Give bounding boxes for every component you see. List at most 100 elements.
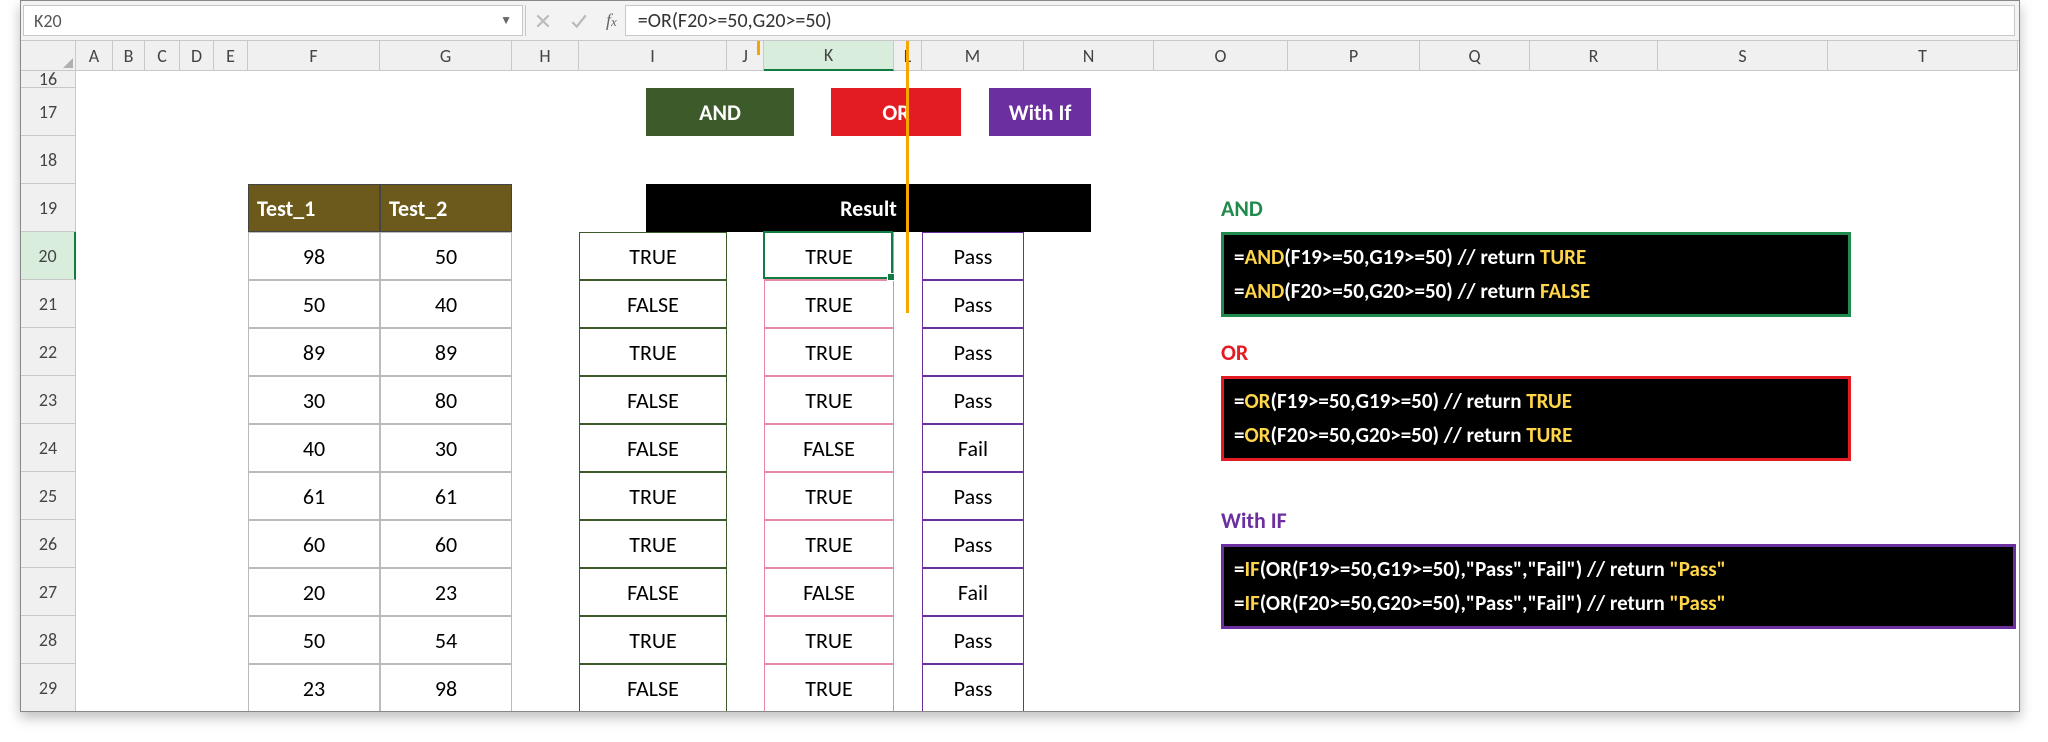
cell-I27[interactable]: FALSE [579,568,727,616]
row-header-25[interactable]: 25 [21,472,76,520]
row-header-24[interactable]: 24 [21,424,76,472]
header-withif: With If [989,88,1091,136]
column-header-H[interactable]: H [512,41,579,71]
cell-I28[interactable]: TRUE [579,616,727,664]
cell-K23[interactable]: TRUE [764,376,894,424]
row-header-29[interactable]: 29 [21,664,76,711]
cell-I25[interactable]: TRUE [579,472,727,520]
row-header-20[interactable]: 20 [21,232,76,280]
code-line: =OR(F19>=50,G19>=50) // return TRUE [1234,385,1838,419]
code-line: =AND(F20>=50,G20>=50) // return FALSE [1234,275,1838,309]
cell-K21[interactable]: TRUE [764,280,894,328]
column-header-D[interactable]: D [180,41,214,71]
column-header-Q[interactable]: Q [1420,41,1530,71]
cell-I23[interactable]: FALSE [579,376,727,424]
column-header-M[interactable]: M [922,41,1024,71]
column-header-F[interactable]: F [248,41,380,71]
cell-K26[interactable]: TRUE [764,520,894,568]
cell-G24[interactable]: 30 [380,424,512,472]
cell-M24[interactable]: Fail [922,424,1024,472]
cell-G29[interactable]: 98 [380,664,512,711]
cell-G26[interactable]: 60 [380,520,512,568]
cell-M23[interactable]: Pass [922,376,1024,424]
chevron-down-icon[interactable]: ▼ [500,13,512,28]
cell-G21[interactable]: 40 [380,280,512,328]
cell-F25[interactable]: 61 [248,472,380,520]
row-header-23[interactable]: 23 [21,376,76,424]
cell-M20[interactable]: Pass [922,232,1024,280]
cell-K20[interactable]: TRUE [764,232,894,280]
column-header-A[interactable]: A [76,41,113,71]
header-test2: Test_2 [380,184,512,232]
column-header-B[interactable]: B [113,41,145,71]
cell-G20[interactable]: 50 [380,232,512,280]
cell-I26[interactable]: TRUE [579,520,727,568]
cell-F24[interactable]: 40 [248,424,380,472]
cell-F23[interactable]: 30 [248,376,380,424]
check-icon[interactable] [570,12,588,30]
cell-K28[interactable]: TRUE [764,616,894,664]
column-header-L[interactable]: L [894,41,922,71]
row-header-26[interactable]: 26 [21,520,76,568]
cell-M25[interactable]: Pass [922,472,1024,520]
cell-I29[interactable]: FALSE [579,664,727,711]
cell-I24[interactable]: FALSE [579,424,727,472]
codebox-if: =IF(OR(F19>=50,G19>=50),"Pass","Fail") /… [1221,544,2016,629]
cell-F29[interactable]: 23 [248,664,380,711]
select-all-button[interactable] [21,41,76,71]
cell-K22[interactable]: TRUE [764,328,894,376]
cell-I21[interactable]: FALSE [579,280,727,328]
cell-G22[interactable]: 89 [380,328,512,376]
name-box[interactable]: K20 ▼ [23,5,523,36]
row-header-16[interactable]: 16 [21,71,76,88]
cell-I22[interactable]: TRUE [579,328,727,376]
cell-G28[interactable]: 54 [380,616,512,664]
cell-I20[interactable]: TRUE [579,232,727,280]
label-or: OR [1221,328,1361,376]
column-header-I[interactable]: I [579,41,727,71]
column-header-E[interactable]: E [214,41,248,71]
cell-F21[interactable]: 50 [248,280,380,328]
column-header-O[interactable]: O [1154,41,1288,71]
column-header-J[interactable]: J [727,41,764,71]
column-header-N[interactable]: N [1024,41,1154,71]
cell-G27[interactable]: 23 [380,568,512,616]
column-header-R[interactable]: R [1530,41,1658,71]
row-header-28[interactable]: 28 [21,616,76,664]
cell-M28[interactable]: Pass [922,616,1024,664]
row-header-21[interactable]: 21 [21,280,76,328]
cell-M22[interactable]: Pass [922,328,1024,376]
cell-K24[interactable]: FALSE [764,424,894,472]
cell-K27[interactable]: FALSE [764,568,894,616]
row-header-18[interactable]: 18 [21,136,76,184]
cell-F20[interactable]: 98 [248,232,380,280]
cell-M29[interactable]: Pass [922,664,1024,711]
cell-M21[interactable]: Pass [922,280,1024,328]
column-header-T[interactable]: T [1828,41,2018,71]
cell-F27[interactable]: 20 [248,568,380,616]
cell-G23[interactable]: 80 [380,376,512,424]
fx-icon[interactable]: fx [606,10,617,31]
row-header-27[interactable]: 27 [21,568,76,616]
column-header-S[interactable]: S [1658,41,1828,71]
row-header-17[interactable]: 17 [21,88,76,136]
formula-input[interactable]: =OR(F20>=50,G20>=50) [625,5,2015,36]
cell-K25[interactable]: TRUE [764,472,894,520]
row-header-19[interactable]: 19 [21,184,76,232]
cell-M26[interactable]: Pass [922,520,1024,568]
cells-area[interactable]: AND OR With If Test_1 Test_2 Result AND … [76,71,2019,711]
column-header-P[interactable]: P [1288,41,1420,71]
cell-M27[interactable]: Fail [922,568,1024,616]
cell-G25[interactable]: 61 [380,472,512,520]
cell-F26[interactable]: 60 [248,520,380,568]
column-header-C[interactable]: C [145,41,180,71]
worksheet-grid[interactable]: ABCDEFGHIJKLMNOPQRST 1617181920212223242… [21,41,2019,711]
code-line: =AND(F19>=50,G19>=50) // return TURE [1234,241,1838,275]
row-header-22[interactable]: 22 [21,328,76,376]
cancel-icon[interactable] [534,12,552,30]
cell-K29[interactable]: TRUE [764,664,894,711]
cell-F28[interactable]: 50 [248,616,380,664]
column-header-G[interactable]: G [380,41,512,71]
column-header-K[interactable]: K [764,41,894,71]
cell-F22[interactable]: 89 [248,328,380,376]
